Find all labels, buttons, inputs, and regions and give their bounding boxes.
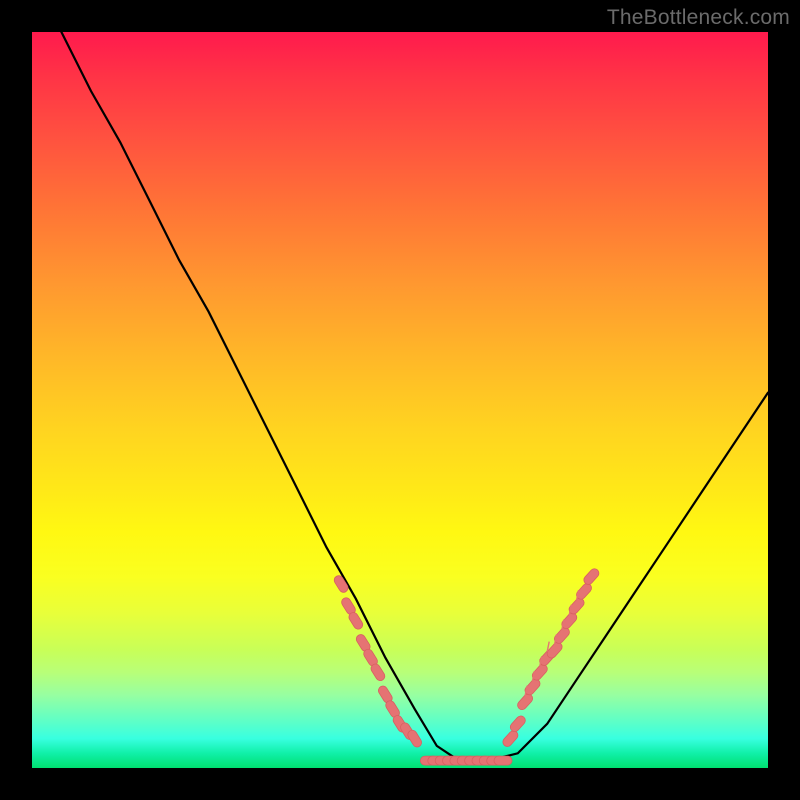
- optimal-marker: [508, 714, 527, 733]
- optimal-marker: [582, 567, 601, 586]
- optimal-marker: [501, 729, 520, 748]
- optimal-marker: [369, 662, 386, 682]
- marker-cluster-left: [333, 574, 424, 749]
- curve-svg: [32, 32, 768, 768]
- chart-frame: TheBottleneck.com: [0, 0, 800, 800]
- bottleneck-curve-path: [61, 32, 768, 761]
- watermark-text: TheBottleneck.com: [607, 6, 790, 30]
- curve-layer: [61, 32, 768, 761]
- marker-cluster-bottom: [420, 756, 512, 765]
- optimal-marker: [347, 611, 364, 631]
- plot-area: [32, 32, 768, 768]
- marker-cluster-right: [501, 567, 601, 748]
- optimal-marker: [494, 756, 512, 765]
